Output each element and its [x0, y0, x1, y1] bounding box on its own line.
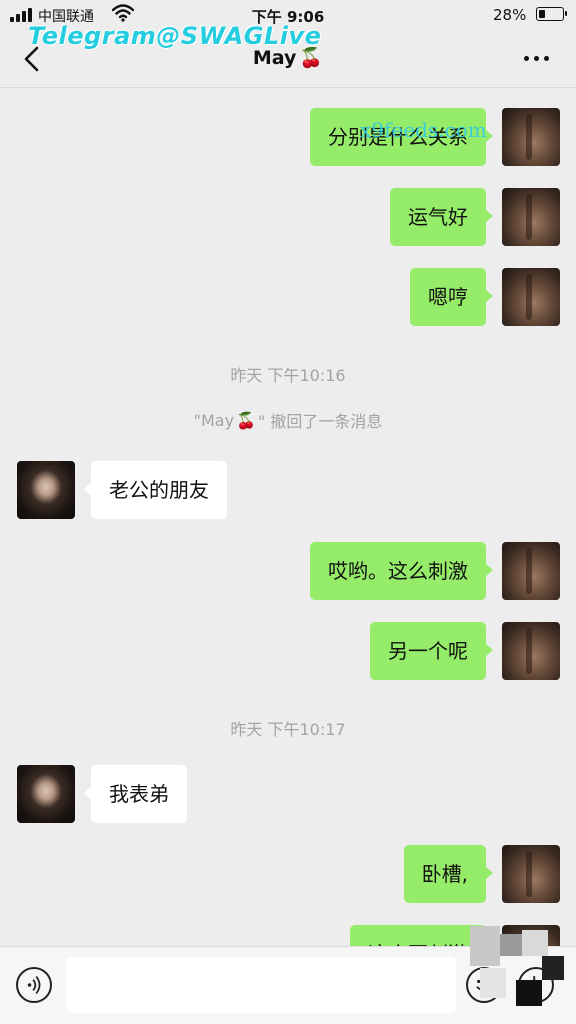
recall-sender: "May [193, 410, 235, 430]
message-bubble-incoming[interactable]: 我表弟 [84, 765, 187, 823]
timestamp: 昨天 下午10:16 [230, 366, 346, 385]
avatar-self[interactable] [502, 188, 560, 246]
system-message: "May 🍒 " 撤回了一条消息 [0, 408, 576, 432]
mosaic-overlay [470, 920, 570, 1016]
battery-fill [538, 9, 545, 18]
timestamp: 昨天 下午10:17 [230, 720, 346, 739]
watermark-overlay: x9feeds.com [360, 118, 487, 142]
message-bubble-outgoing[interactable]: 另一个呢 [370, 622, 493, 680]
message-bubble-outgoing[interactable]: 运气好 [390, 188, 493, 246]
avatar-self[interactable] [502, 845, 560, 903]
message-bubble-outgoing[interactable]: 哎哟。这么刺激 [310, 542, 493, 600]
voice-icon[interactable] [16, 967, 52, 1003]
avatar-contact[interactable] [17, 461, 75, 519]
message-bubble-outgoing[interactable]: 这个更刺激 [350, 925, 486, 946]
message-input[interactable] [66, 957, 456, 1013]
ellipsis-icon[interactable] [520, 48, 554, 68]
recall-text: " 撤回了一条消息 [257, 412, 383, 431]
battery-icon [536, 7, 567, 21]
message-list[interactable]: 分别是什么关系 运气好 嗯哼 昨天 下午10:16 "May 🍒 " 撤回了一条… [0, 90, 576, 946]
message-bubble-outgoing[interactable]: 嗯哼 [410, 268, 493, 326]
avatar-self[interactable] [502, 268, 560, 326]
avatar-self[interactable] [502, 542, 560, 600]
avatar-self[interactable] [502, 622, 560, 680]
message-bubble-outgoing[interactable]: 卧槽, [403, 845, 494, 903]
cherry-emoji: 🍒 [236, 410, 256, 430]
avatar-contact[interactable] [17, 765, 75, 823]
battery-percent: 28% [493, 6, 527, 24]
message-bubble-incoming[interactable]: 老公的朋友 [84, 461, 227, 519]
avatar-self[interactable] [502, 108, 560, 166]
watermark-text: Telegram@SWAGLive [28, 22, 322, 50]
